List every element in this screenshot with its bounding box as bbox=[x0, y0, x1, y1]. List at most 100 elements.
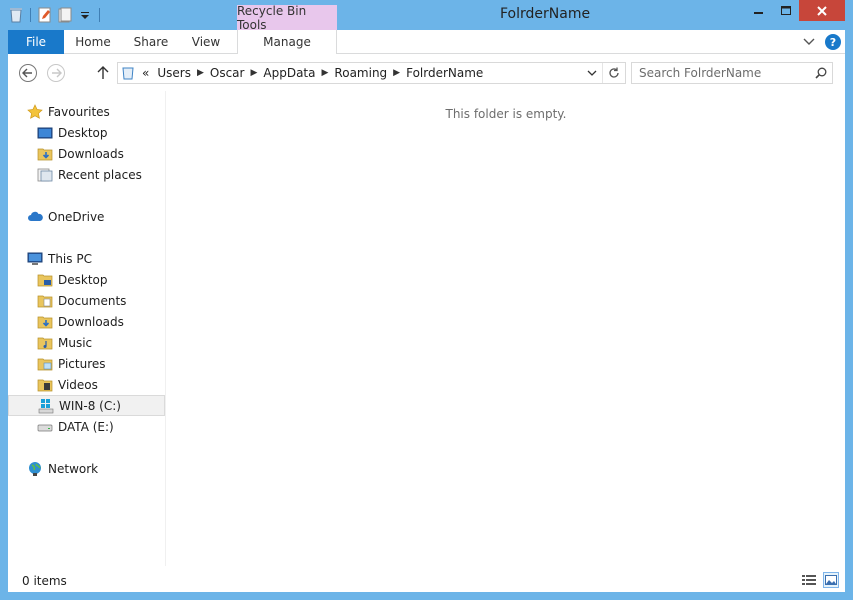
item-count: 0 items bbox=[22, 574, 67, 588]
tree-item-label: Network bbox=[48, 461, 99, 476]
large-icons-view-button[interactable] bbox=[823, 572, 839, 588]
recent-places-icon bbox=[37, 167, 53, 183]
tree-item-label: Downloads bbox=[58, 314, 124, 329]
help-button[interactable]: ? bbox=[825, 34, 841, 50]
tree-item-label: Recent places bbox=[58, 167, 142, 182]
breadcrumb-oscar[interactable]: Oscar bbox=[206, 66, 249, 80]
tree-item-pc-downloads[interactable]: Downloads bbox=[37, 311, 124, 332]
title-bar: Recycle Bin Tools FolrderName bbox=[0, 0, 853, 32]
hard-drive-icon bbox=[37, 419, 53, 435]
windows-drive-icon bbox=[38, 398, 54, 414]
tree-item-documents[interactable]: Documents bbox=[37, 290, 126, 311]
tree-item-network[interactable]: Network bbox=[27, 458, 98, 479]
tab-view[interactable]: View bbox=[180, 30, 232, 54]
view-toggle-group bbox=[801, 572, 839, 588]
minimize-button[interactable] bbox=[745, 0, 772, 21]
qat-separator bbox=[30, 8, 31, 22]
breadcrumb-appdata[interactable]: AppData bbox=[259, 66, 319, 80]
close-button[interactable] bbox=[799, 0, 845, 21]
breadcrumb: « Users ▶ Oscar ▶ AppData ▶ Roaming ▶ Fo… bbox=[138, 66, 581, 80]
tree-item-label: Videos bbox=[58, 377, 98, 392]
tree-item-music[interactable]: Music bbox=[37, 332, 92, 353]
desktop-icon bbox=[37, 125, 53, 141]
breadcrumb-overflow[interactable]: « bbox=[138, 66, 153, 80]
tree-item-drive-c[interactable]: WIN-8 (C:) bbox=[8, 395, 165, 416]
pictures-folder-icon bbox=[37, 356, 53, 372]
tree-item-recent-places[interactable]: Recent places bbox=[37, 164, 142, 185]
ribbon-tab-bar: File Home Share View Manage ? bbox=[8, 30, 845, 54]
tree-item-label: Pictures bbox=[58, 356, 106, 371]
tree-item-onedrive[interactable]: OneDrive bbox=[27, 206, 104, 227]
expand-ribbon-button[interactable] bbox=[803, 35, 815, 49]
tree-item-videos[interactable]: Videos bbox=[37, 374, 98, 395]
ribbon-right-controls: ? bbox=[803, 34, 841, 50]
forward-button[interactable] bbox=[46, 63, 66, 83]
tree-item-label: Downloads bbox=[58, 146, 124, 161]
downloads-folder-icon bbox=[37, 146, 53, 162]
breadcrumb-current-folder[interactable]: FolrderName bbox=[402, 66, 487, 80]
status-bar: 0 items bbox=[8, 568, 845, 592]
tab-share[interactable]: Share bbox=[122, 30, 180, 54]
tree-item-fav-desktop[interactable]: Desktop bbox=[37, 122, 108, 143]
videos-folder-icon bbox=[37, 377, 53, 393]
address-bar[interactable]: « Users ▶ Oscar ▶ AppData ▶ Roaming ▶ Fo… bbox=[117, 62, 626, 84]
recycle-bin-location-icon bbox=[118, 63, 138, 83]
tree-item-label: WIN-8 (C:) bbox=[59, 398, 121, 413]
explorer-window: Recycle Bin Tools FolrderName File Home … bbox=[0, 0, 853, 600]
maximize-button[interactable] bbox=[772, 0, 799, 21]
tab-file[interactable]: File bbox=[8, 30, 64, 54]
up-arrow-icon bbox=[97, 66, 109, 79]
customize-qat-icon[interactable] bbox=[77, 7, 93, 23]
large-icons-view-icon bbox=[825, 575, 837, 585]
breadcrumb-separator-icon[interactable]: ▶ bbox=[391, 68, 402, 78]
chevron-down-icon bbox=[587, 70, 596, 76]
window-controls bbox=[745, 0, 845, 21]
empty-folder-message: This folder is empty. bbox=[445, 107, 567, 121]
tree-item-favourites[interactable]: Favourites bbox=[27, 101, 110, 122]
back-button[interactable] bbox=[18, 63, 38, 83]
navigation-bar: « Users ▶ Oscar ▶ AppData ▶ Roaming ▶ Fo… bbox=[8, 55, 845, 91]
details-view-button[interactable] bbox=[801, 572, 817, 588]
breadcrumb-separator-icon[interactable]: ▶ bbox=[248, 68, 259, 78]
tree-item-pc-desktop[interactable]: Desktop bbox=[37, 269, 108, 290]
refresh-button[interactable] bbox=[603, 63, 625, 83]
tree-item-label: Desktop bbox=[58, 125, 108, 140]
window-title-wrap: FolrderName bbox=[430, 6, 630, 22]
search-box[interactable] bbox=[631, 62, 833, 84]
up-button[interactable] bbox=[93, 63, 113, 83]
properties-icon[interactable] bbox=[37, 7, 53, 23]
recycle-bin-icon[interactable] bbox=[8, 7, 24, 23]
address-history-dropdown[interactable] bbox=[581, 63, 603, 83]
close-icon bbox=[817, 5, 827, 16]
documents-folder-icon bbox=[37, 293, 53, 309]
file-list-area[interactable]: This folder is empty. bbox=[167, 91, 845, 566]
tab-manage[interactable]: Manage bbox=[237, 30, 337, 54]
downloads-folder-icon bbox=[37, 314, 53, 330]
breadcrumb-roaming[interactable]: Roaming bbox=[330, 66, 391, 80]
breadcrumb-separator-icon[interactable]: ▶ bbox=[320, 68, 331, 78]
back-arrow-icon bbox=[19, 64, 37, 82]
search-icon[interactable] bbox=[810, 67, 832, 79]
breadcrumb-users[interactable]: Users bbox=[153, 66, 195, 80]
search-input[interactable] bbox=[632, 66, 810, 80]
quick-access-toolbar bbox=[8, 6, 102, 24]
music-folder-icon bbox=[37, 335, 53, 351]
navigation-pane: Favourites Desktop Downloads Recent plac… bbox=[8, 91, 166, 566]
details-view-icon bbox=[802, 575, 816, 585]
tree-item-label: Favourites bbox=[48, 104, 110, 119]
tab-home[interactable]: Home bbox=[64, 30, 122, 54]
tree-item-label: This PC bbox=[48, 251, 92, 266]
cloud-icon bbox=[27, 209, 43, 225]
tree-item-label: OneDrive bbox=[48, 209, 105, 224]
tree-item-this-pc[interactable]: This PC bbox=[27, 248, 92, 269]
tree-item-label: Music bbox=[58, 335, 93, 350]
tree-item-fav-downloads[interactable]: Downloads bbox=[37, 143, 124, 164]
new-folder-icon[interactable] bbox=[57, 7, 73, 23]
tree-item-drive-e[interactable]: DATA (E:) bbox=[37, 416, 114, 437]
breadcrumb-separator-icon[interactable]: ▶ bbox=[195, 68, 206, 78]
window-title: FolrderName bbox=[500, 6, 591, 22]
tree-item-label: Desktop bbox=[58, 272, 108, 287]
forward-arrow-icon bbox=[47, 64, 65, 82]
computer-icon bbox=[27, 251, 43, 267]
tree-item-pictures[interactable]: Pictures bbox=[37, 353, 106, 374]
